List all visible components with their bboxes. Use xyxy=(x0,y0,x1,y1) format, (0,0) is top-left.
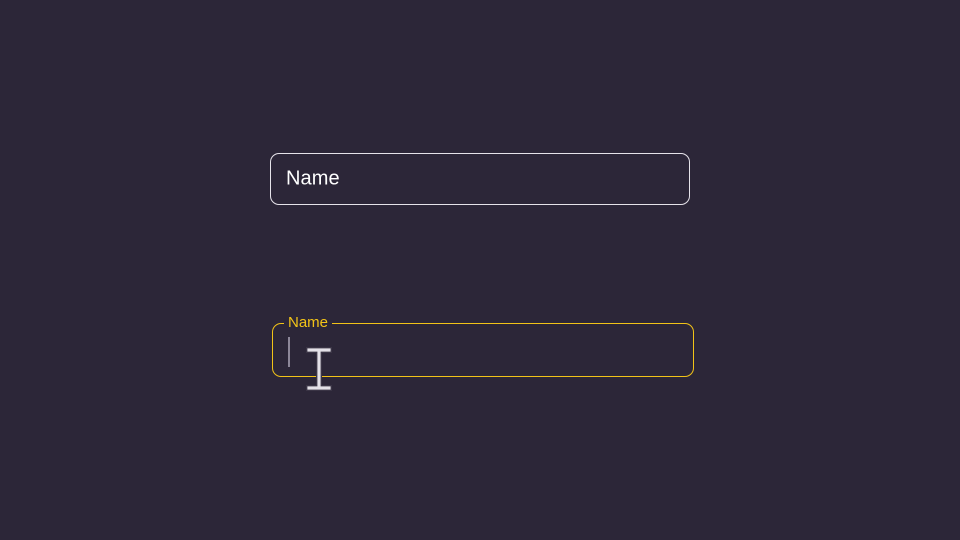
name-field-unfocused[interactable]: Name xyxy=(270,153,690,205)
name-field-focused[interactable]: Name xyxy=(272,314,694,377)
name-field-floating-label: Name xyxy=(284,314,333,332)
text-ibeam-cursor-icon xyxy=(306,347,332,391)
text-caret xyxy=(288,337,290,367)
name-field-placeholder-label: Name xyxy=(286,167,340,190)
